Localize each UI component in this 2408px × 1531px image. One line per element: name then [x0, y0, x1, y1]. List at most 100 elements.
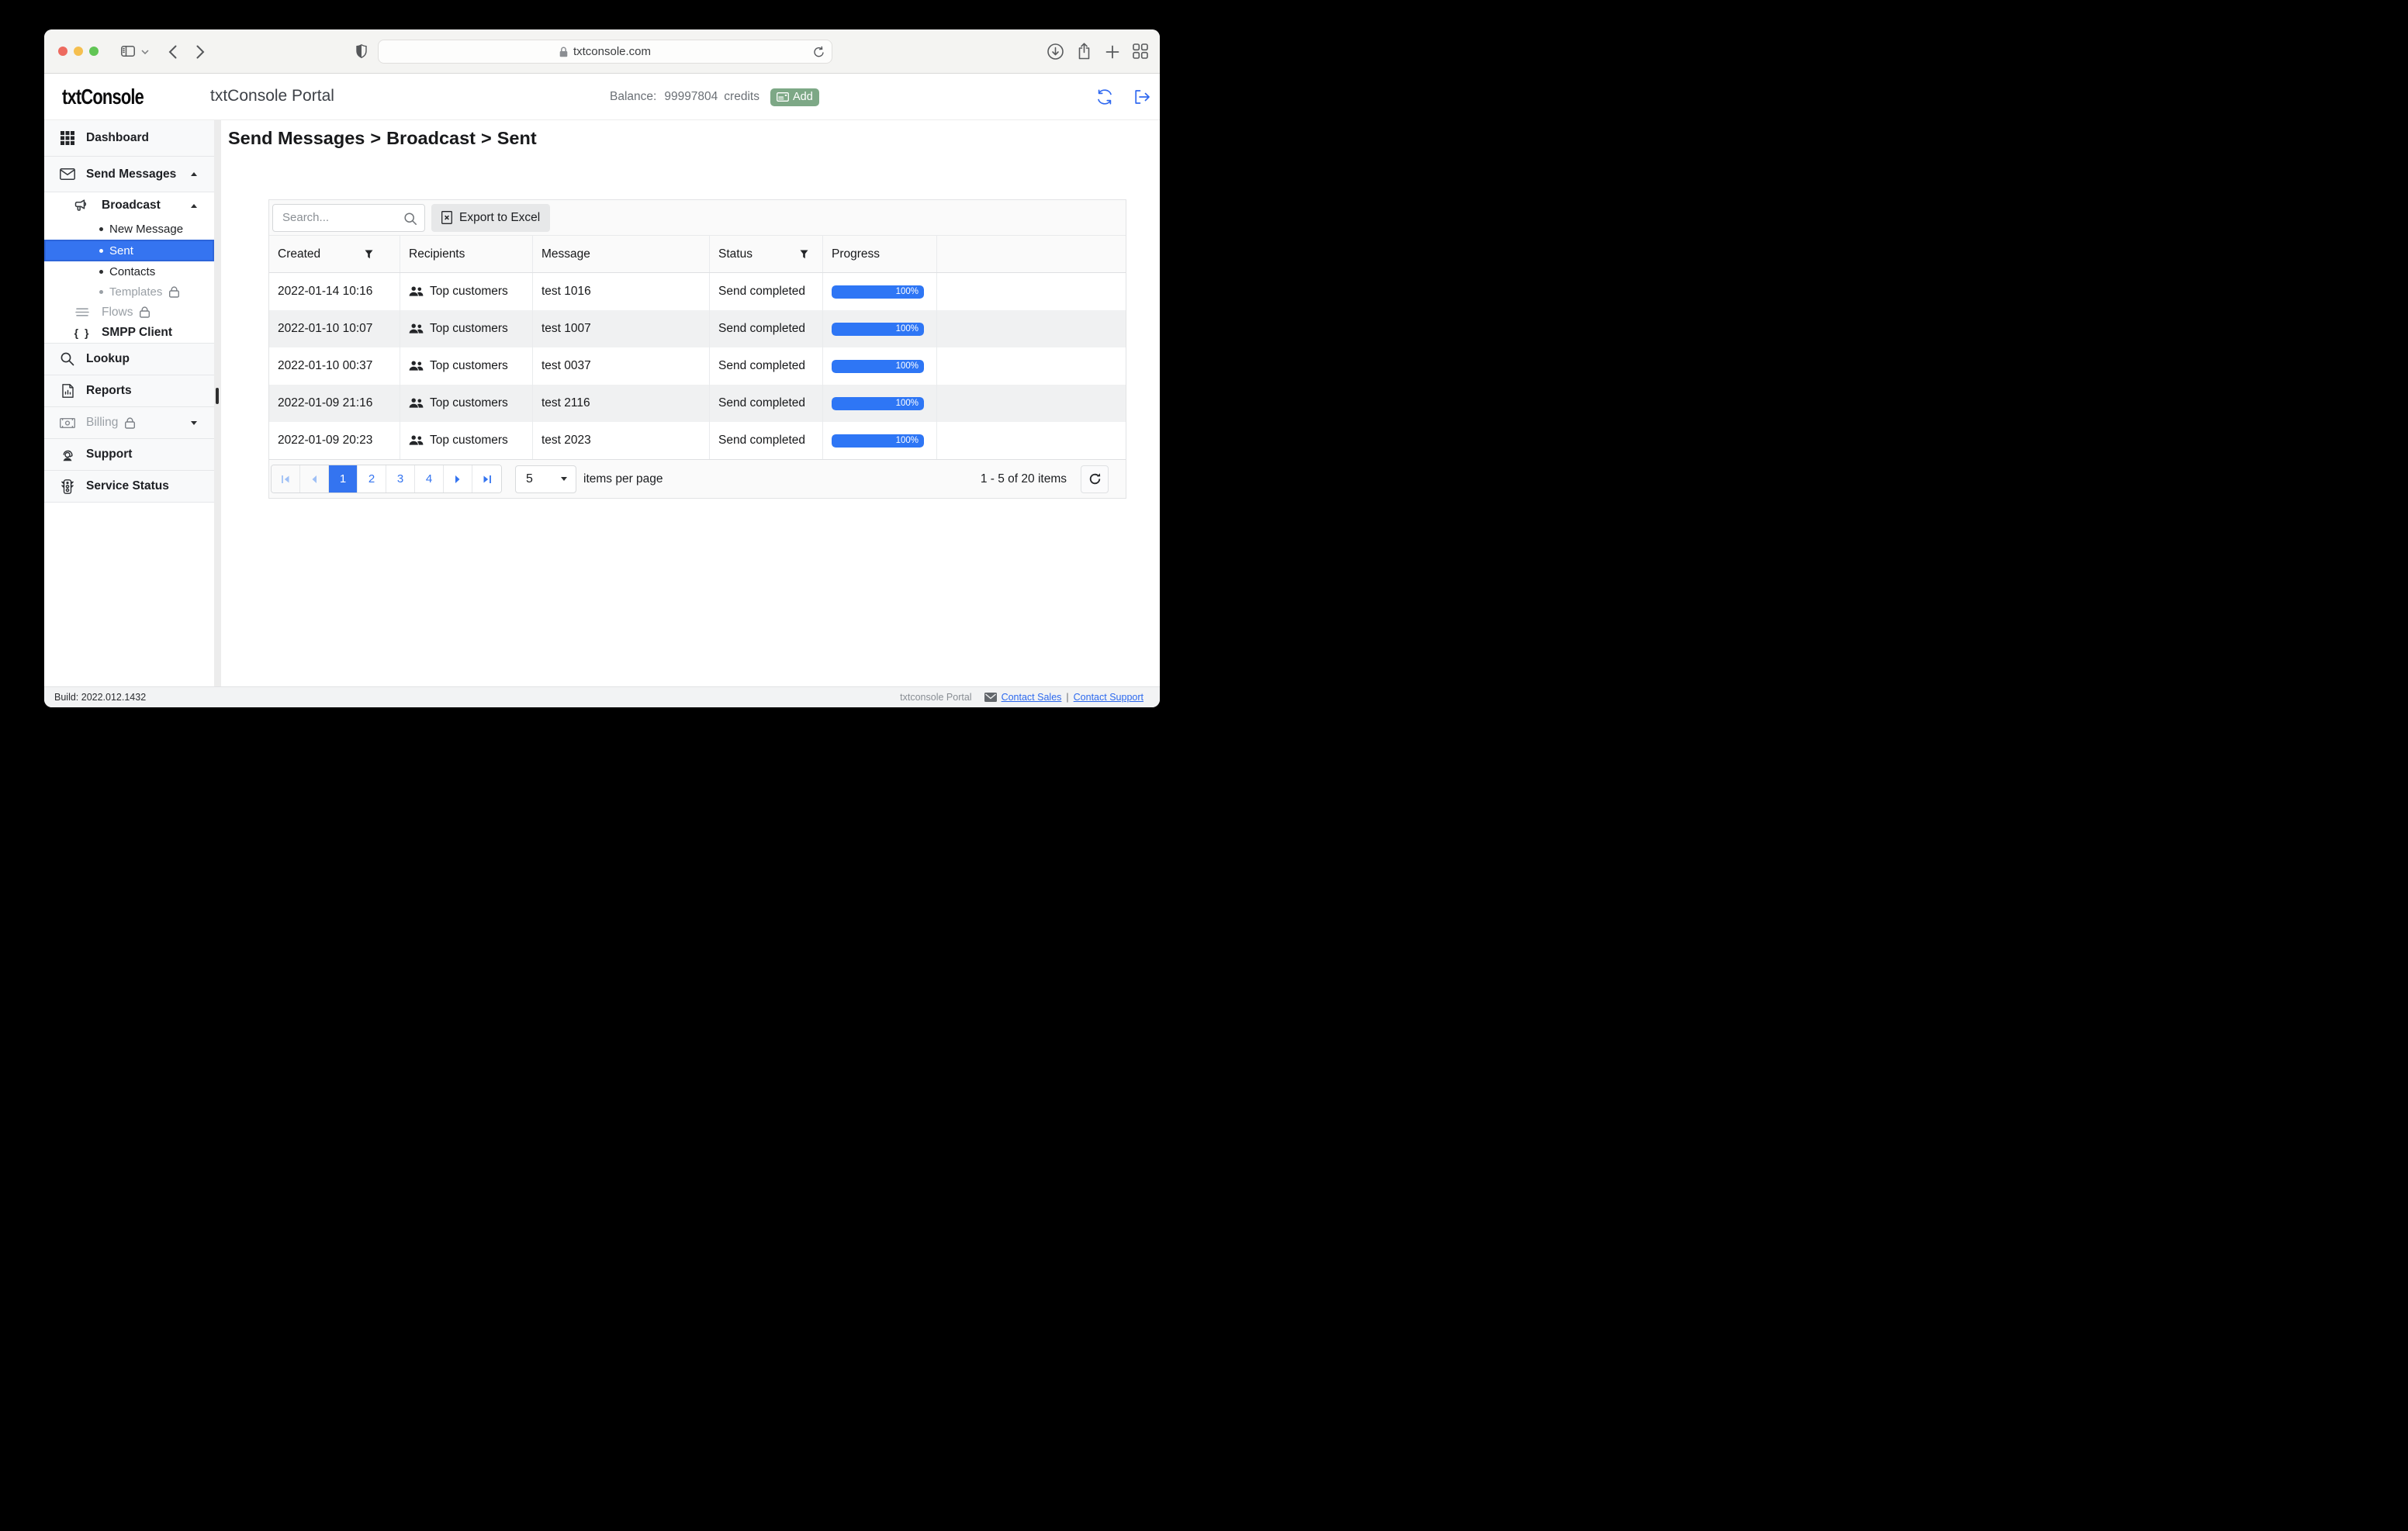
- next-page-button[interactable]: [444, 465, 472, 492]
- sidebar-item-label: Support: [86, 448, 133, 461]
- minimize-window-button[interactable]: [74, 47, 83, 56]
- page-size-value: 5: [526, 472, 533, 486]
- sidebar-item-contacts[interactable]: Contacts: [44, 261, 214, 282]
- support-icon: [60, 448, 75, 461]
- close-window-button[interactable]: [58, 47, 67, 56]
- tls-lock-icon: [559, 47, 568, 57]
- sidebar-item-flows[interactable]: Flows: [44, 302, 214, 323]
- sidebar-item-support[interactable]: Support: [44, 439, 214, 471]
- progress-fill: 100%: [832, 285, 924, 299]
- page-button-1[interactable]: 1: [329, 465, 358, 492]
- sidebar-item-templates[interactable]: Templates: [44, 282, 214, 302]
- reload-icon[interactable]: [813, 46, 825, 62]
- balance-label: Balance:: [610, 90, 657, 103]
- browser-window: txtconsole.com txtConsole txtConsole Por…: [44, 29, 1160, 707]
- search-input[interactable]: [273, 211, 424, 224]
- expand-icon[interactable]: [191, 420, 197, 425]
- add-credits-button[interactable]: Add: [770, 88, 819, 106]
- page-button-4[interactable]: 4: [415, 465, 444, 492]
- back-icon[interactable]: [168, 45, 177, 59]
- filter-icon[interactable]: [365, 250, 373, 259]
- column-header-message[interactable]: Message: [533, 236, 710, 272]
- table-toolbar: Export to Excel: [269, 200, 1126, 236]
- page-size-select[interactable]: 5: [515, 465, 576, 493]
- sidebar-item-reports[interactable]: Reports: [44, 375, 214, 407]
- column-header-created[interactable]: Created: [269, 236, 400, 272]
- first-page-button[interactable]: [272, 465, 300, 492]
- recipients-label: Top customers: [430, 285, 508, 298]
- grid-icon: [60, 131, 75, 145]
- contact-sales-link[interactable]: Contact Sales: [1002, 692, 1062, 703]
- sidebar-item-billing[interactable]: Billing: [44, 407, 214, 439]
- lines-icon: [74, 308, 90, 316]
- export-to-excel-button[interactable]: Export to Excel: [431, 203, 551, 232]
- privacy-shield-icon[interactable]: [356, 44, 367, 58]
- status-cell: Send completed: [710, 273, 823, 310]
- sidebar-item-send-messages[interactable]: Send Messages: [44, 157, 214, 192]
- contact-support-link[interactable]: Contact Support: [1074, 692, 1143, 703]
- recipients-cell: Top customers: [400, 385, 533, 422]
- add-button-label: Add: [792, 91, 813, 103]
- people-icon: [409, 435, 424, 446]
- sidebar-item-service-status[interactable]: Service Status: [44, 471, 214, 503]
- breadcrumb-separator: >: [370, 128, 382, 148]
- sidebar-item-lookup[interactable]: Lookup: [44, 344, 214, 375]
- breadcrumb-separator: >: [481, 128, 492, 148]
- progress-cell: 100%: [823, 347, 937, 385]
- search-box: [272, 203, 425, 232]
- collapse-icon[interactable]: [191, 203, 197, 208]
- sidebar-resize-handle[interactable]: [216, 388, 219, 404]
- recipients-label: Top customers: [430, 396, 508, 410]
- balance-value: 99997804: [664, 90, 718, 103]
- excel-file-icon: [441, 211, 452, 224]
- new-tab-icon[interactable]: [1105, 45, 1119, 59]
- search-icon[interactable]: [404, 212, 417, 229]
- bullet-icon: [99, 270, 103, 274]
- sent-messages-table: Export to Excel Created Recipients: [268, 199, 1126, 499]
- tab-overview-icon[interactable]: [1133, 43, 1148, 59]
- page-button-2[interactable]: 2: [358, 465, 386, 492]
- breadcrumb-send-messages[interactable]: Send Messages: [228, 128, 365, 148]
- table-row[interactable]: 2022-01-10 10:07 Top customers test 1007…: [269, 310, 1126, 347]
- status-cell: Send completed: [710, 310, 823, 347]
- zoom-window-button[interactable]: [89, 47, 99, 56]
- table-row[interactable]: 2022-01-09 20:23 Top customers test 2023…: [269, 422, 1126, 459]
- share-icon[interactable]: [1078, 43, 1091, 60]
- breadcrumb-broadcast[interactable]: Broadcast: [386, 128, 476, 148]
- page-button-3[interactable]: 3: [386, 465, 415, 492]
- refresh-table-button[interactable]: [1081, 465, 1109, 493]
- envelope-icon: [60, 168, 75, 180]
- app-logo: txtConsole: [62, 85, 144, 109]
- sidebar-item-label: Contacts: [109, 265, 156, 278]
- filter-icon[interactable]: [800, 250, 808, 259]
- sidebar-item-sent[interactable]: Sent: [44, 240, 214, 261]
- main-area: Dashboard Send Messages Broadcast New Me…: [44, 120, 1160, 686]
- collapse-icon[interactable]: [191, 172, 197, 176]
- chevron-down-icon[interactable]: [141, 50, 149, 54]
- column-header-progress[interactable]: Progress: [823, 236, 937, 272]
- sidebar-gutter: [214, 120, 221, 686]
- sync-icon[interactable]: [1096, 74, 1113, 120]
- table-row[interactable]: 2022-01-14 10:16 Top customers test 1016…: [269, 273, 1126, 310]
- column-header-recipients[interactable]: Recipients: [400, 236, 533, 272]
- banknote-icon: [60, 417, 75, 428]
- downloads-icon[interactable]: [1047, 43, 1064, 60]
- sidebar-item-label: Service Status: [86, 479, 169, 492]
- forward-icon[interactable]: [196, 45, 205, 59]
- table-row[interactable]: 2022-01-10 00:37 Top customers test 0037…: [269, 347, 1126, 385]
- sidebar-toggle-icon[interactable]: [121, 46, 135, 57]
- last-page-button[interactable]: [472, 465, 501, 492]
- sidebar-item-broadcast[interactable]: Broadcast: [44, 192, 214, 219]
- sidebar-item-new-message[interactable]: New Message: [44, 219, 214, 240]
- table-row[interactable]: 2022-01-09 21:16 Top customers test 2116…: [269, 385, 1126, 422]
- previous-page-button[interactable]: [300, 465, 329, 492]
- address-bar[interactable]: txtconsole.com: [378, 40, 832, 64]
- sidebar-item-dashboard[interactable]: Dashboard: [44, 120, 214, 157]
- logout-icon[interactable]: [1134, 74, 1150, 120]
- sidebar-item-smpp-client[interactable]: { } SMPP Client: [44, 323, 214, 343]
- column-header-status[interactable]: Status: [710, 236, 823, 272]
- browser-toolbar: txtconsole.com: [44, 29, 1160, 74]
- items-per-page-label: items per page: [583, 472, 663, 486]
- link-separator: |: [1066, 692, 1069, 703]
- broadcast-subtree: Broadcast New Message Sent Contacts Temp…: [44, 192, 214, 344]
